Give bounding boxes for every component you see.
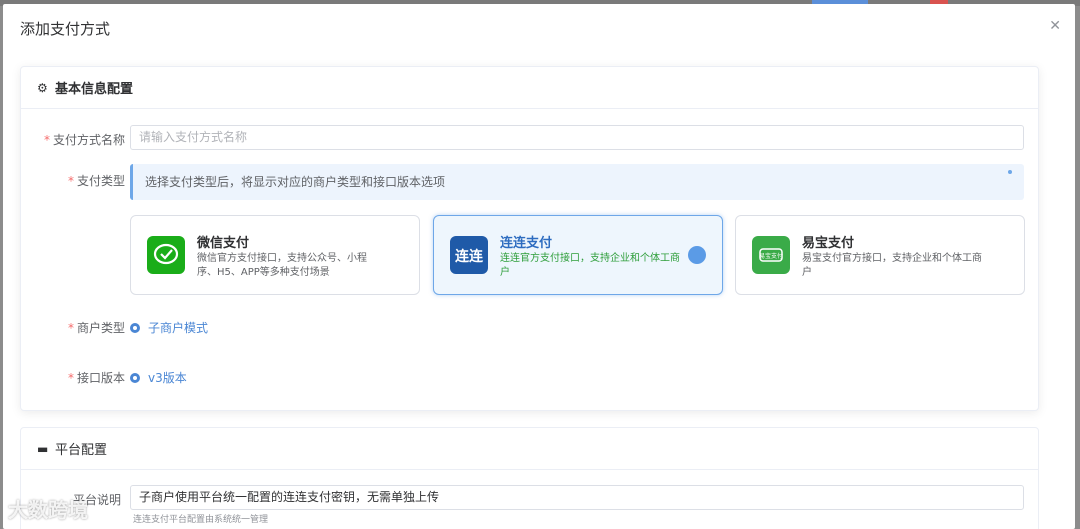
payment-option-name: 连连支付: [500, 236, 553, 251]
merchant-type-value: 子商户模式: [148, 321, 209, 335]
close-icon[interactable]: ✕: [1049, 18, 1061, 34]
payment-option-wechat[interactable]: 微信支付 微信官方支付接口，支持公众号、小程序、H5、APP等多种支付场景: [130, 215, 420, 295]
name-label: * 支付方式名称: [43, 133, 125, 147]
wechat-pay-logo: [147, 236, 185, 274]
merchant-type-radio[interactable]: 子商户模式: [130, 319, 208, 336]
alert-text: 选择支付类型后，将显示对应的商户类型和接口版本选项: [145, 175, 446, 189]
type-alert: 选择支付类型后，将显示对应的商户类型和接口版本选项: [130, 164, 1024, 200]
payment-option-desc: 微信官方支付接口，支持公众号、小程序、H5、APP等多种支付场景: [197, 253, 367, 278]
add-payment-dialog: 添加支付方式 ✕ ⚙ 基本信息配置 * 支付方式名称 请输入支付方式名称 * 支付类…: [3, 4, 1075, 529]
payment-option-yeepay[interactable]: 易宝支付 易宝支付 易宝支付官方接口，支持企业和个体工商户: [735, 215, 1025, 295]
monitor-icon: ▬: [37, 441, 49, 456]
payment-option-name: 易宝支付: [802, 236, 855, 251]
basic-info-title: 基本信息配置: [55, 82, 134, 97]
basic-info-card: ⚙ 基本信息配置 * 支付方式名称 请输入支付方式名称 * 支付类型 选择支付类型后…: [20, 66, 1039, 411]
platform-config-header: ▬ 平台配置: [21, 428, 1038, 470]
alert-dot: [1008, 170, 1012, 174]
lianlian-pay-logo: 连连: [450, 236, 488, 274]
payment-option-lianlian[interactable]: 连连 连连支付 连连官方支付接口，支持企业和个体工商户: [433, 215, 723, 295]
basic-info-header: ⚙ 基本信息配置: [21, 67, 1038, 109]
platform-hint: 连连支付平台配置由系统统一管理: [133, 515, 269, 525]
radio-dot: [130, 322, 140, 333]
api-version-value: v3版本: [148, 371, 187, 385]
svg-text:连连: 连连: [455, 248, 484, 265]
yeepay-logo: 易宝支付: [752, 236, 790, 274]
api-version-label: * 接口版本: [67, 371, 125, 385]
api-version-radio[interactable]: v3版本: [130, 369, 187, 386]
merchant-type-label: * 商户类型: [67, 321, 125, 335]
watermark-logo: 大数跨境: [8, 498, 88, 522]
platform-desc-input: 子商户使用平台统一配置的连连支付密钥，无需单独上传: [130, 485, 1024, 510]
dialog-title: 添加支付方式: [20, 20, 111, 38]
radio-dot: [130, 372, 140, 383]
type-label: * 支付类型: [67, 174, 125, 188]
payment-name-input[interactable]: 请输入支付方式名称: [130, 125, 1024, 150]
platform-config-card: ▬ 平台配置 平台说明 子商户使用平台统一配置的连连支付密钥，无需单独上传 连连…: [20, 427, 1039, 529]
payment-option-name: 微信支付: [197, 236, 250, 251]
svg-text:易宝支付: 易宝支付: [759, 252, 783, 260]
payment-option-desc: 易宝支付官方接口，支持企业和个体工商户: [802, 253, 982, 278]
payment-option-desc: 连连官方支付接口，支持企业和个体工商户: [500, 253, 680, 278]
selected-indicator: [688, 246, 706, 264]
gear-icon: ⚙: [37, 80, 48, 95]
platform-config-title: 平台配置: [55, 443, 108, 458]
